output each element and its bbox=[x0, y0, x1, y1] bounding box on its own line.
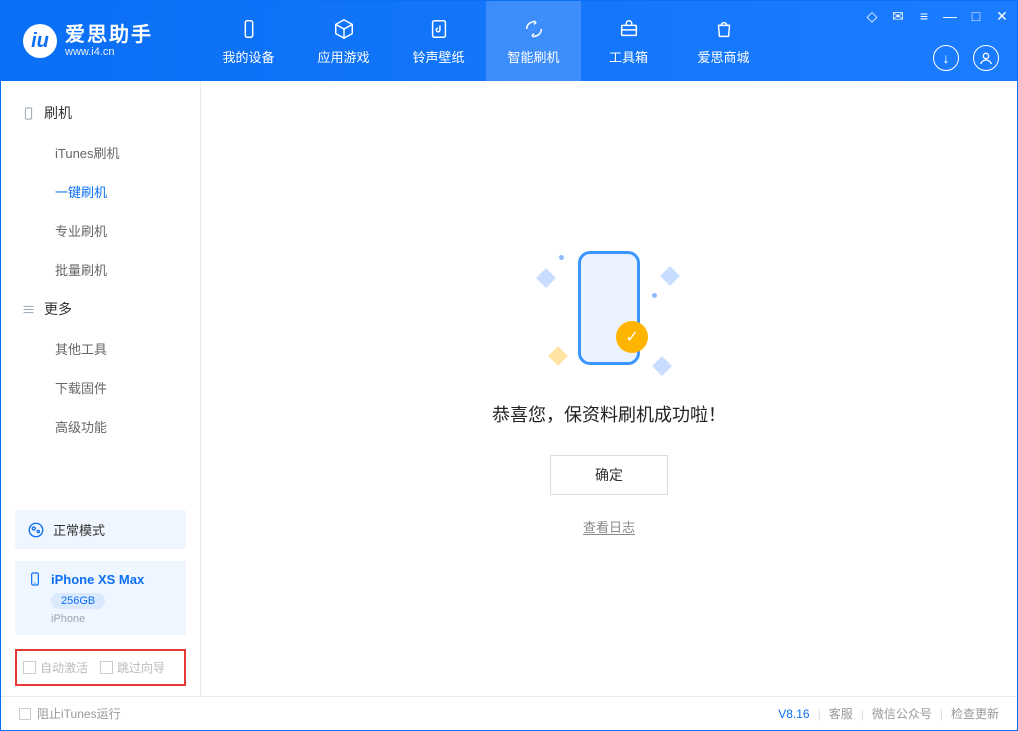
tab-toolbox[interactable]: 工具箱 bbox=[581, 1, 676, 81]
logo-icon: iu bbox=[23, 24, 57, 58]
menu-icon[interactable]: ≡ bbox=[915, 7, 933, 25]
tab-flash[interactable]: 智能刷机 bbox=[486, 1, 581, 81]
feedback-icon[interactable]: ✉ bbox=[889, 7, 907, 25]
version-label: V8.16 bbox=[778, 707, 809, 721]
sidebar-section-flash: 刷机 bbox=[21, 93, 200, 133]
status-bar: 阻止iTunes运行 V8.16 | 客服 | 微信公众号 | 检查更新 bbox=[1, 696, 1017, 730]
skin-icon[interactable]: ◇ bbox=[863, 7, 881, 25]
device-card[interactable]: iPhone XS Max 256GB iPhone bbox=[15, 561, 186, 635]
music-icon bbox=[427, 17, 451, 41]
mode-indicator[interactable]: 正常模式 bbox=[15, 510, 186, 549]
mode-label: 正常模式 bbox=[53, 520, 105, 539]
header-actions: ↓ bbox=[933, 45, 999, 71]
device-type: iPhone bbox=[51, 613, 174, 625]
device-name: iPhone XS Max bbox=[51, 572, 144, 587]
maximize-icon[interactable]: □ bbox=[967, 7, 985, 25]
window-controls: ◇ ✉ ≡ — □ ✕ bbox=[863, 7, 1011, 25]
checkbox-skip-guide[interactable]: 跳过向导 bbox=[100, 659, 165, 676]
app-url: www.i4.cn bbox=[65, 46, 153, 58]
ok-button[interactable]: 确定 bbox=[550, 455, 668, 495]
app-logo: iu 爱思助手 www.i4.cn bbox=[1, 24, 201, 58]
sidebar: 刷机 iTunes刷机 一键刷机 专业刷机 批量刷机 更多 其他工具 下载固件 … bbox=[1, 81, 201, 696]
tab-ringtones[interactable]: 铃声壁纸 bbox=[391, 1, 486, 81]
tab-store[interactable]: 爱思商城 bbox=[676, 1, 771, 81]
sidebar-section-more: 更多 bbox=[21, 289, 200, 329]
check-icon: ✓ bbox=[616, 321, 648, 353]
highlighted-options: 自动激活 跳过向导 bbox=[15, 649, 186, 686]
toolbox-icon bbox=[617, 17, 641, 41]
view-log-link[interactable]: 查看日志 bbox=[583, 517, 635, 536]
account-icon[interactable] bbox=[973, 45, 999, 71]
cube-icon bbox=[332, 17, 356, 41]
store-icon bbox=[712, 17, 736, 41]
tab-my-device[interactable]: 我的设备 bbox=[201, 1, 296, 81]
close-icon[interactable]: ✕ bbox=[993, 7, 1011, 25]
success-message: 恭喜您，保资料刷机成功啦！ bbox=[492, 401, 726, 427]
sidebar-item-oneclick-flash[interactable]: 一键刷机 bbox=[21, 172, 200, 211]
sidebar-item-advanced[interactable]: 高级功能 bbox=[21, 407, 200, 446]
device-icon bbox=[237, 17, 261, 41]
footer-link-support[interactable]: 客服 bbox=[829, 705, 853, 722]
footer-link-update[interactable]: 检查更新 bbox=[951, 705, 999, 722]
device-capacity: 256GB bbox=[51, 593, 105, 609]
success-illustration: ✓ bbox=[519, 241, 699, 381]
sidebar-item-pro-flash[interactable]: 专业刷机 bbox=[21, 211, 200, 250]
tab-apps[interactable]: 应用游戏 bbox=[296, 1, 391, 81]
title-bar: iu 爱思助手 www.i4.cn 我的设备 应用游戏 铃声壁纸 智能刷机 工具… bbox=[1, 1, 1017, 81]
sidebar-item-itunes-flash[interactable]: iTunes刷机 bbox=[21, 133, 200, 172]
download-icon[interactable]: ↓ bbox=[933, 45, 959, 71]
checkbox-block-itunes[interactable]: 阻止iTunes运行 bbox=[19, 705, 121, 722]
checkbox-auto-activate[interactable]: 自动激活 bbox=[23, 659, 88, 676]
minimize-icon[interactable]: — bbox=[941, 7, 959, 25]
sidebar-item-batch-flash[interactable]: 批量刷机 bbox=[21, 250, 200, 289]
sidebar-item-other-tools[interactable]: 其他工具 bbox=[21, 329, 200, 368]
refresh-icon bbox=[522, 17, 546, 41]
footer-link-wechat[interactable]: 微信公众号 bbox=[872, 705, 932, 722]
sidebar-item-download-firmware[interactable]: 下载固件 bbox=[21, 368, 200, 407]
main-tabs: 我的设备 应用游戏 铃声壁纸 智能刷机 工具箱 爱思商城 bbox=[201, 1, 771, 81]
app-name: 爱思助手 bbox=[65, 24, 153, 46]
main-content: ✓ 恭喜您，保资料刷机成功啦！ 确定 查看日志 bbox=[201, 81, 1017, 696]
